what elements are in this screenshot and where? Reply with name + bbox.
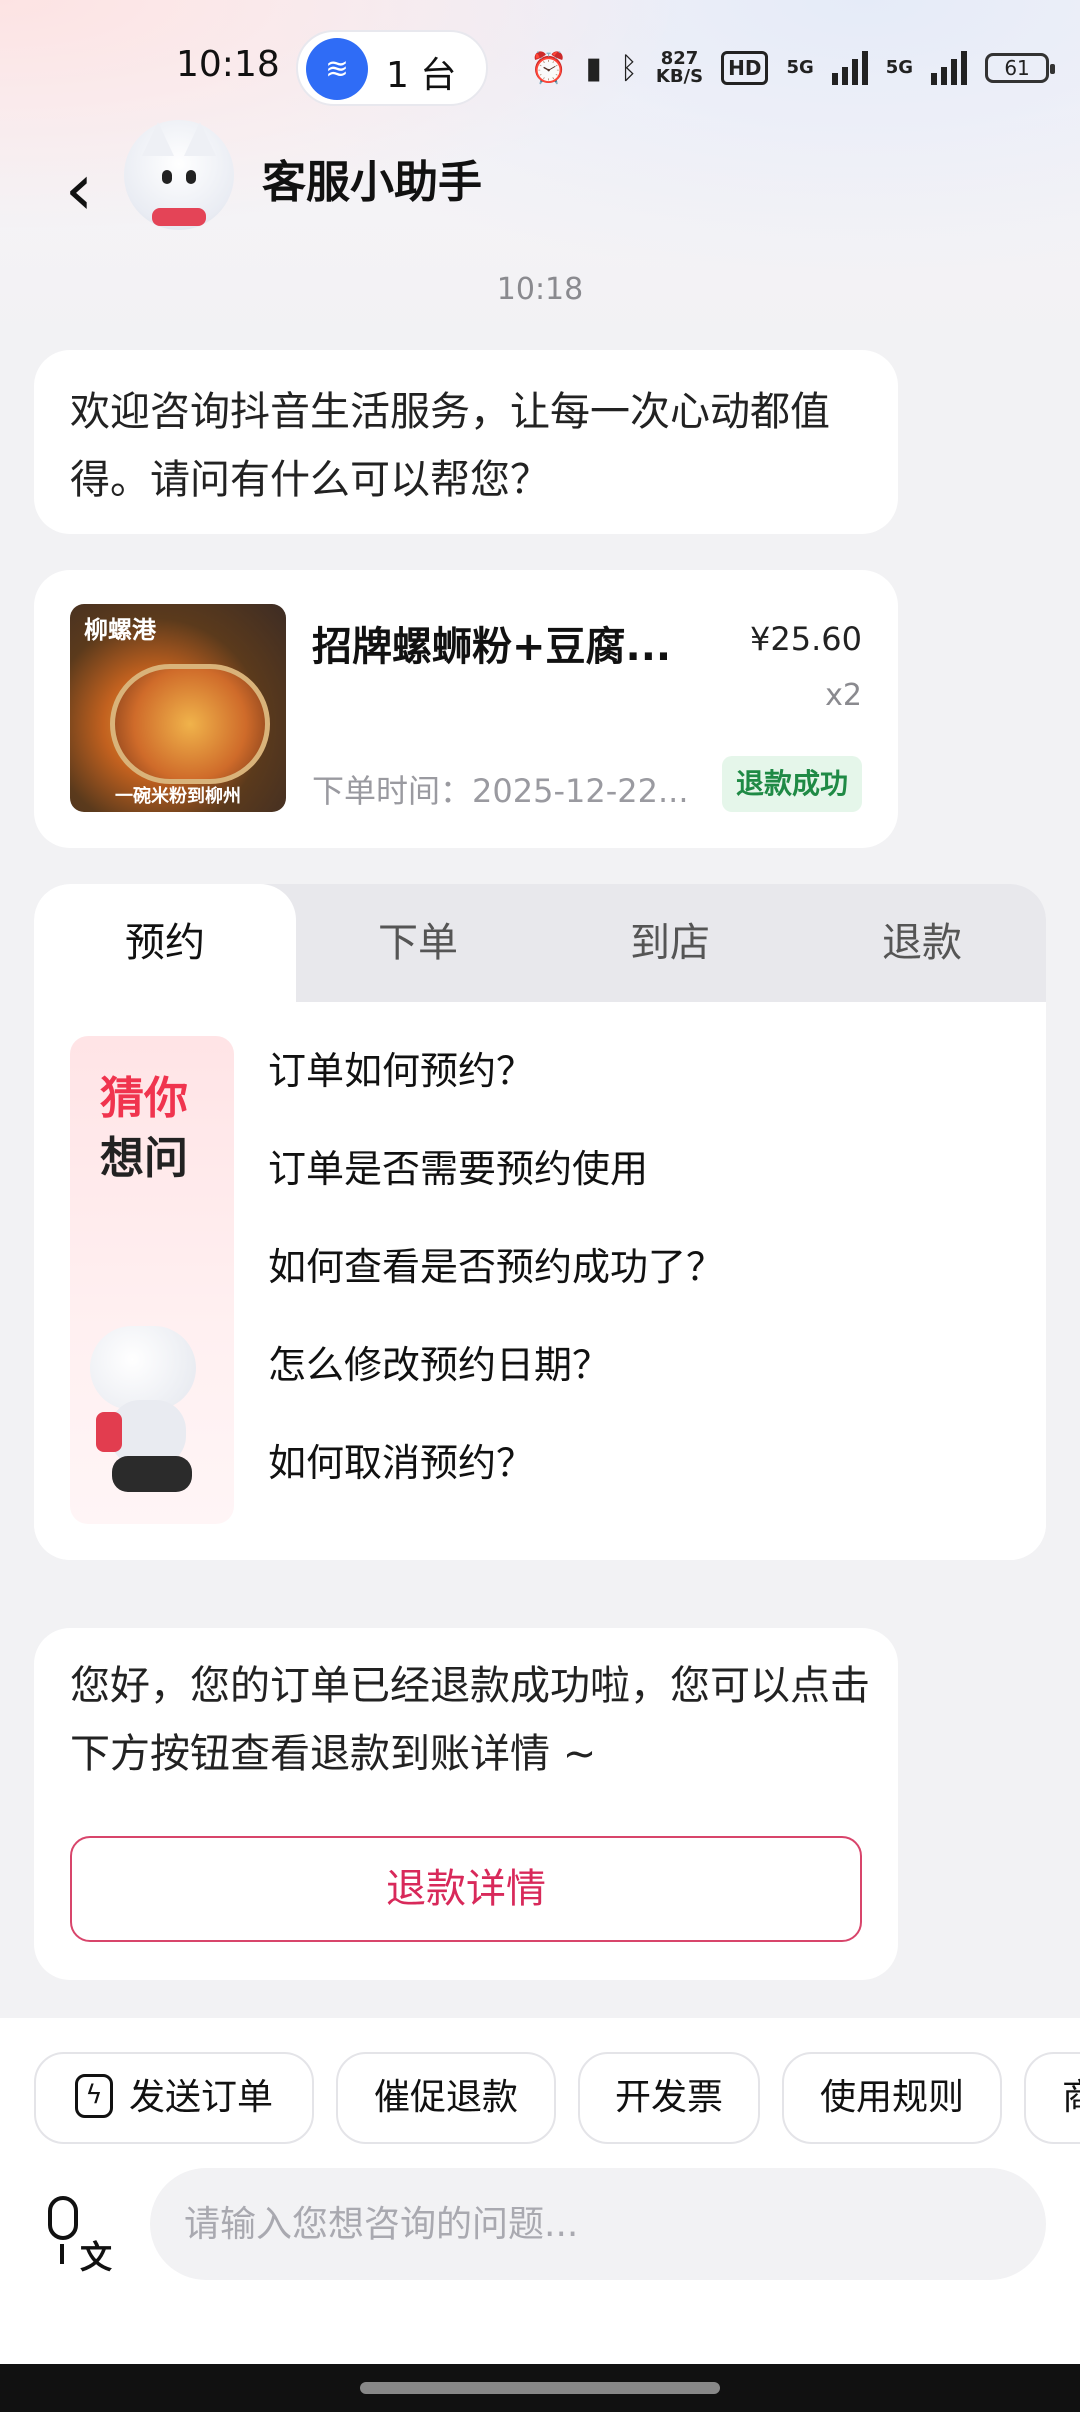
back-arrow-icon[interactable]: ‹ xyxy=(44,144,114,234)
invoice-button[interactable]: 开发票 xyxy=(578,2052,760,2144)
faq-question[interactable]: 如何查看是否预约成功了？ xyxy=(268,1236,724,1291)
signal-5g-label-1: 5G xyxy=(786,57,814,78)
avatar-ear xyxy=(142,122,174,156)
usage-rules-button[interactable]: 使用规则 xyxy=(782,2052,1002,2144)
order-time: 下单时间：2025-12-22... xyxy=(312,772,689,810)
chat-timestamp: 10:18 xyxy=(496,272,584,307)
hotspot-indicator[interactable]: ≋ 1 台 xyxy=(296,30,488,106)
signal-icon xyxy=(931,51,968,85)
order-product-name: 招牌螺蛳粉+豆腐... xyxy=(312,624,672,670)
status-time: 10:18 xyxy=(176,44,280,85)
mascot-head xyxy=(90,1326,196,1410)
battery-icon: 61 xyxy=(985,53,1056,83)
guess-title-line-1: 猜你 xyxy=(100,1073,188,1124)
page-title: 客服小助手 xyxy=(262,157,482,208)
avatar-eye xyxy=(186,170,196,184)
mascot-bag xyxy=(96,1412,122,1452)
voice-input-icon[interactable]: 文 xyxy=(36,2190,126,2280)
net-speed: 827 KB/S xyxy=(656,50,703,86)
thumbnail-brand: 柳螺港 xyxy=(84,616,156,644)
refund-message: 您好，您的订单已经退款成功啦，您可以点击下方按钮查看退款到账详情 ~ 退款详情 xyxy=(34,1628,898,1980)
mascot-legs xyxy=(112,1456,192,1492)
home-indicator[interactable] xyxy=(360,2382,720,2394)
status-bar: 10:18 ≋ 1 台 ⏰ ▮ ᛒ 827 KB/S HD 5G 5G 61 xyxy=(0,0,1080,140)
status-icons: ⏰ ▮ ᛒ 827 KB/S HD 5G 5G 61 xyxy=(530,40,1056,96)
wifi-hotspot-icon: ≋ xyxy=(306,38,368,100)
vibrate-icon: ▮ xyxy=(585,50,602,86)
chat-header: ‹ 客服小助手 xyxy=(0,120,1080,260)
faq-body: 猜你 想问 订单如何预约？ 订单是否需要预约使用 如何查看是否预约成功了？ 怎么… xyxy=(34,1002,1046,1560)
quick-actions: ϟ 发送订单 催促退款 开发票 使用规则 商 xyxy=(0,2052,1080,2148)
order-card[interactable]: 柳螺港 一碗米粉到柳州 招牌螺蛳粉+豆腐... ¥25.60 x2 下单时间：2… xyxy=(34,570,898,848)
microphone-icon xyxy=(48,2196,78,2240)
tab-reservation[interactable]: 预约 xyxy=(34,884,296,1002)
status-badge: 退款成功 xyxy=(721,756,862,812)
send-order-button[interactable]: ϟ 发送订单 xyxy=(34,2052,314,2144)
faq-question[interactable]: 怎么修改预约日期？ xyxy=(268,1334,610,1389)
thumbnail-slogan: 一碗米粉到柳州 xyxy=(115,786,241,807)
system-nav-bar xyxy=(0,2364,1080,2412)
faq-card: 预约 下单 到店 退款 猜你 想问 订单如何预约？ 订单是否需要预约使用 如何查… xyxy=(34,884,1046,1560)
refund-detail-button[interactable]: 退款详情 xyxy=(70,1836,862,1942)
tab-order[interactable]: 下单 xyxy=(318,884,518,1002)
order-thumbnail[interactable]: 柳螺港 一碗米粉到柳州 xyxy=(70,604,286,812)
faq-tabs: 预约 下单 到店 退款 xyxy=(34,884,1046,1002)
alarm-icon: ⏰ xyxy=(530,50,568,86)
avatar[interactable] xyxy=(124,120,234,230)
tab-refund[interactable]: 退款 xyxy=(822,884,1022,1002)
microphone-stand xyxy=(60,2244,64,2264)
faq-question[interactable]: 订单如何预约？ xyxy=(268,1040,534,1095)
send-order-label: 发送订单 xyxy=(128,2077,273,2118)
avatar-scarf xyxy=(152,208,206,226)
order-quantity: x2 xyxy=(825,678,862,713)
refund-message-text: 您好，您的订单已经退款成功啦，您可以点击下方按钮查看退款到账详情 ~ xyxy=(70,1663,870,1777)
lightning-icon: ϟ xyxy=(74,2074,113,2118)
avatar-ear xyxy=(184,122,216,156)
order-price: ¥25.60 xyxy=(750,620,862,658)
urge-refund-button[interactable]: 催促退款 xyxy=(336,2052,556,2144)
mascot-illustration xyxy=(82,1316,212,1506)
guess-panel: 猜你 想问 xyxy=(70,1036,234,1524)
bottom-input-area: ϟ 发送订单 催促退款 开发票 使用规则 商 文 xyxy=(0,2018,1080,2412)
tab-store-visit[interactable]: 到店 xyxy=(570,884,770,1002)
hd-icon: HD xyxy=(721,51,769,85)
noodle-bowl-image xyxy=(110,664,270,784)
bluetooth-icon: ᛒ xyxy=(619,50,638,86)
guess-title-line-2: 想问 xyxy=(100,1133,188,1184)
signal-5g-label-2: 5G xyxy=(885,57,914,78)
welcome-message: 欢迎咨询抖音生活服务，让每一次心动都值得。请问有什么可以帮您？ xyxy=(34,350,898,534)
more-chip-button[interactable]: 商 xyxy=(1024,2052,1080,2144)
message-input[interactable] xyxy=(150,2168,1046,2280)
faq-question[interactable]: 订单是否需要预约使用 xyxy=(268,1138,648,1193)
faq-question[interactable]: 如何取消预约？ xyxy=(268,1432,534,1487)
avatar-eye xyxy=(162,170,172,184)
text-glyph-icon: 文 xyxy=(80,2238,113,2276)
hotspot-count: 1 台 xyxy=(386,55,457,96)
signal-icon xyxy=(831,51,868,85)
net-speed-unit: KB/S xyxy=(655,66,704,87)
